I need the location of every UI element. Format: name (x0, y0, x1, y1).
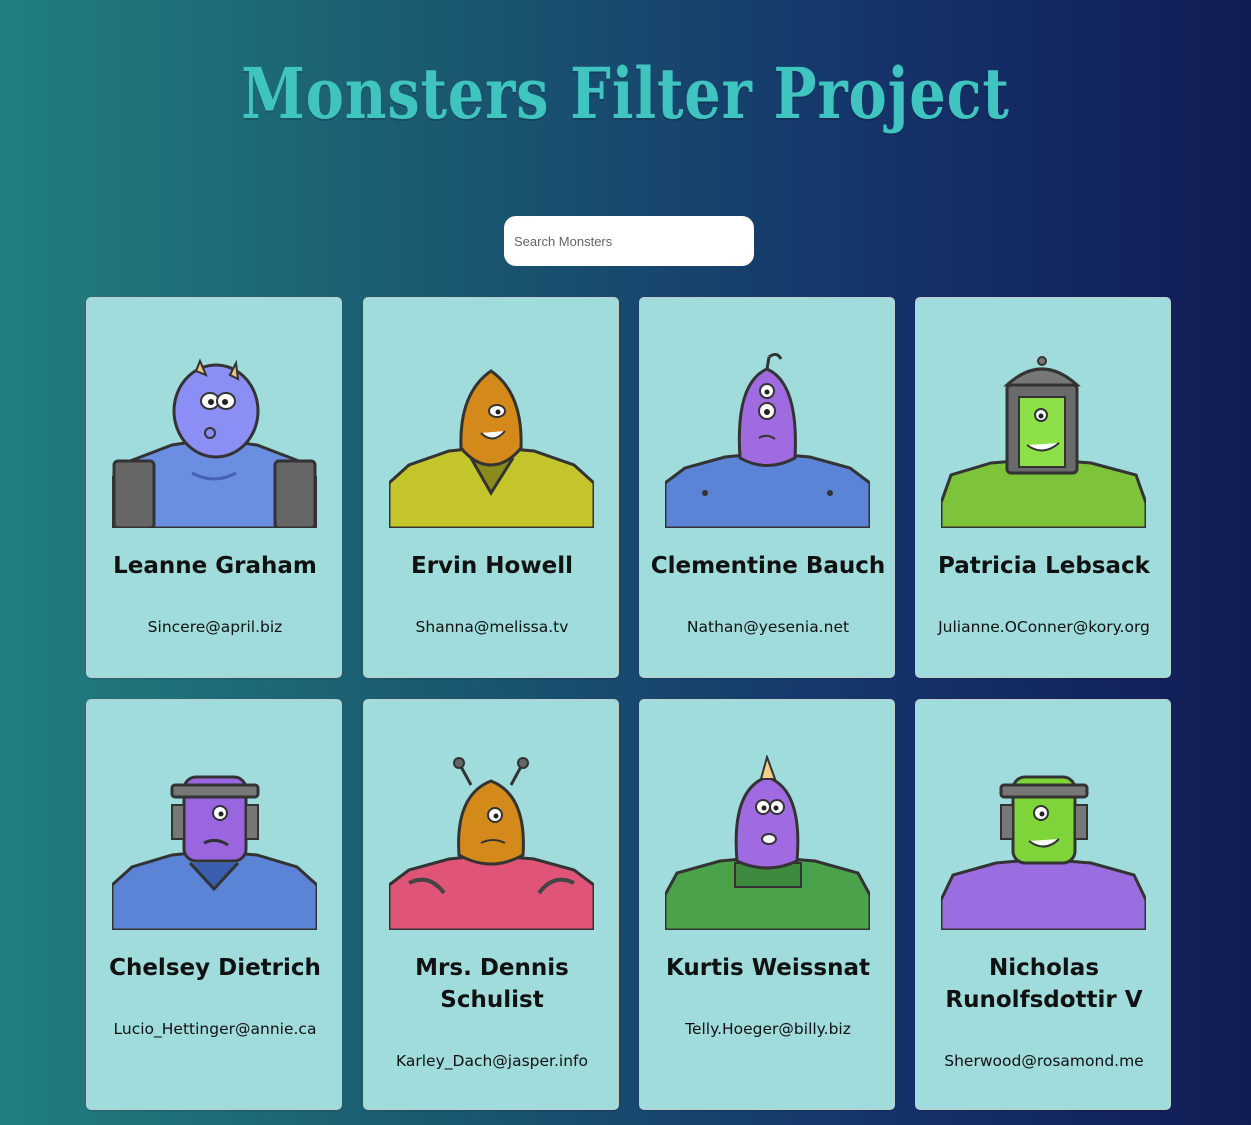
search-input[interactable] (504, 216, 754, 266)
monster-email: Nathan@yesenia.net (686, 618, 850, 636)
monster-email: Telly.Hoeger@billy.biz (685, 1020, 851, 1038)
page-title: Monsters Filter Project (241, 52, 1010, 135)
monster-avatar (112, 775, 317, 930)
monster-avatar (389, 757, 594, 930)
monster-card[interactable]: Leanne Graham Sincere@april.biz (86, 297, 342, 678)
monster-name: Mrs. Dennis Schulist (415, 955, 569, 1013)
monster-card[interactable]: Mrs. Dennis Schulist Karley_Dach@jasper.… (363, 699, 619, 1110)
monster-email: Shanna@melissa.tv (415, 618, 569, 636)
monster-name: Nicholas Runolfsdottir V (945, 955, 1143, 1013)
monster-avatar (389, 369, 594, 528)
monster-email: Sincere@april.biz (147, 618, 283, 636)
monster-avatar (112, 358, 317, 528)
monster-name: Kurtis Weissnat (665, 955, 870, 981)
monster-name: Chelsey Dietrich (109, 955, 321, 981)
monster-name: Patricia Lebsack (938, 553, 1150, 579)
monster-name: Ervin Howell (411, 553, 573, 579)
monster-email: Julianne.OConner@kory.org (938, 618, 1150, 636)
monster-email: Karley_Dach@jasper.info (395, 1052, 588, 1070)
monster-card[interactable]: Chelsey Dietrich Lucio_Hettinger@annie.c… (86, 699, 342, 1110)
monster-card[interactable]: Ervin Howell Shanna@melissa.tv (363, 297, 619, 678)
monster-name: Clementine Bauch (650, 553, 886, 579)
monster-name: Leanne Graham (113, 553, 317, 579)
monster-avatar (665, 755, 870, 930)
monster-card[interactable]: Kurtis Weissnat Telly.Hoeger@billy.biz (639, 699, 895, 1110)
monster-avatar (941, 775, 1146, 930)
monster-card[interactable]: Patricia Lebsack Julianne.OConner@kory.o… (915, 297, 1171, 678)
monster-email: Lucio_Hettinger@annie.ca (113, 1020, 317, 1038)
monster-card[interactable]: Clementine Bauch Nathan@yesenia.net (639, 297, 895, 678)
monster-avatar (665, 353, 870, 528)
monster-avatar (941, 356, 1146, 528)
monster-email: Sherwood@rosamond.me (944, 1052, 1144, 1070)
monster-card[interactable]: Nicholas Runolfsdottir V Sherwood@rosamo… (915, 699, 1171, 1110)
